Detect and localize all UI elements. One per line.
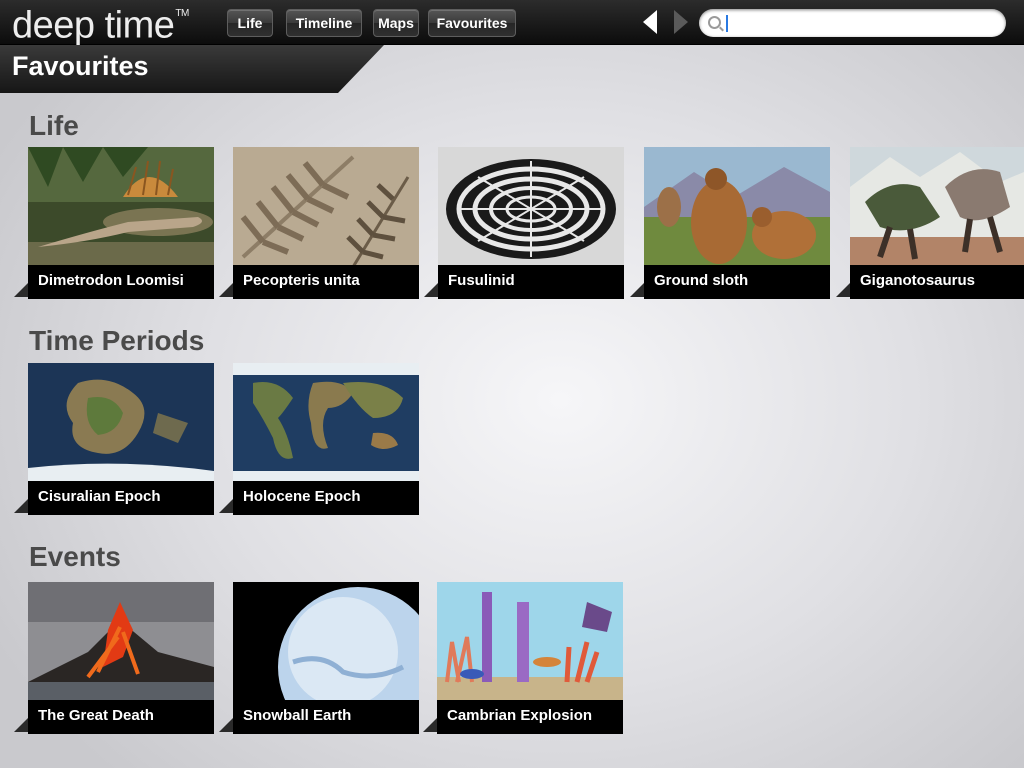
card-fold xyxy=(219,499,233,513)
search-icon xyxy=(708,16,721,29)
favourite-card-giganotosaurus[interactable]: Giganotosaurus xyxy=(836,147,1024,299)
search-input[interactable] xyxy=(726,12,1000,36)
card-fold xyxy=(423,718,437,732)
giganotosaurus-image xyxy=(850,147,1024,267)
text-cursor xyxy=(726,15,728,32)
snowball-earth-image xyxy=(233,582,419,702)
favourite-card-great-death[interactable]: The Great Death xyxy=(14,582,214,734)
holocene-map-image xyxy=(233,363,419,483)
card-fold xyxy=(14,283,28,297)
card-caption: Giganotosaurus xyxy=(850,265,1024,299)
forward-arrow-icon[interactable] xyxy=(674,10,688,34)
cisuralian-map-image xyxy=(28,363,214,483)
card-caption: The Great Death xyxy=(28,700,214,734)
favourite-card-cisuralian[interactable]: Cisuralian Epoch xyxy=(14,363,214,515)
search-box[interactable] xyxy=(699,9,1006,37)
favourite-card-ground-sloth[interactable]: Ground sloth xyxy=(630,147,830,299)
card-caption: Dimetrodon Loomisi xyxy=(28,265,214,299)
card-fold xyxy=(836,283,850,297)
ground-sloth-image xyxy=(644,147,830,267)
card-fold xyxy=(219,718,233,732)
card-caption: Fusulinid xyxy=(438,265,624,299)
section-title-life: Life xyxy=(29,110,79,141)
section-title-time-periods: Time Periods xyxy=(29,325,205,356)
favourite-card-fusulinid[interactable]: Fusulinid xyxy=(424,147,624,299)
favourite-card-holocene[interactable]: Holocene Epoch xyxy=(219,363,419,515)
top-bar: deep timeTM Life Timeline Maps Favourite… xyxy=(0,0,1024,47)
great-death-image xyxy=(28,582,214,702)
card-caption: Cisuralian Epoch xyxy=(28,481,214,515)
favourite-card-dimetrodon[interactable]: Dimetrodon Loomisi xyxy=(14,147,214,299)
page-title: Favourites xyxy=(12,51,149,81)
pecopteris-image xyxy=(233,147,419,267)
tab-maps[interactable]: Maps xyxy=(373,9,419,37)
favourite-card-snowball-earth[interactable]: Snowball Earth xyxy=(219,582,419,734)
tab-favourites[interactable]: Favourites xyxy=(428,9,516,37)
card-fold xyxy=(14,718,28,732)
tab-timeline[interactable]: Timeline xyxy=(286,9,362,37)
trademark-mark: TM xyxy=(175,8,189,19)
card-caption: Pecopteris unita xyxy=(233,265,419,299)
favourite-card-cambrian-explosion[interactable]: Cambrian Explosion xyxy=(423,582,623,734)
card-fold xyxy=(219,283,233,297)
card-caption: Snowball Earth xyxy=(233,700,419,734)
card-fold xyxy=(630,283,644,297)
app-logo[interactable]: deep timeTM xyxy=(12,0,189,47)
cambrian-explosion-image xyxy=(437,582,623,702)
logo-text: deep time xyxy=(12,4,175,47)
section-title-events: Events xyxy=(29,541,121,572)
favourite-card-pecopteris[interactable]: Pecopteris unita xyxy=(219,147,419,299)
tab-life[interactable]: Life xyxy=(227,9,273,37)
card-caption: Ground sloth xyxy=(644,265,830,299)
card-caption: Cambrian Explosion xyxy=(437,700,623,734)
card-caption: Holocene Epoch xyxy=(233,481,419,515)
fusulinid-image xyxy=(438,147,624,267)
card-fold xyxy=(14,499,28,513)
dimetrodon-image xyxy=(28,147,214,267)
back-arrow-icon[interactable] xyxy=(643,10,657,34)
card-fold xyxy=(424,283,438,297)
